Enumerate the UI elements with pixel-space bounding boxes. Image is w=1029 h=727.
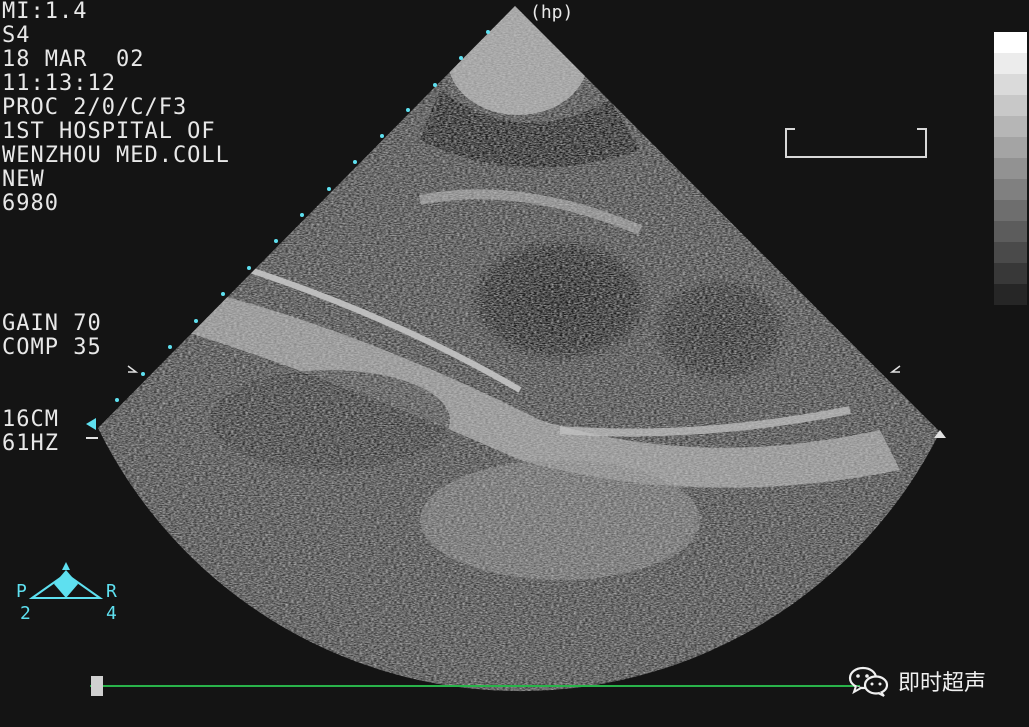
cine-timeline-handle[interactable] [91, 676, 103, 696]
gain-value: GAIN 70 [2, 311, 102, 336]
orientation-left-number: 2 [20, 603, 31, 624]
scale-bracket [785, 128, 927, 158]
comp-value: COMP 35 [2, 335, 102, 360]
cine-timeline[interactable] [90, 685, 860, 687]
patient-status: NEW [2, 167, 45, 192]
hospital-name-line1: 1ST HOSPITAL OF [2, 119, 216, 144]
watermark: 即时超声 [848, 664, 986, 698]
watermark-text: 即时超声 [898, 671, 987, 696]
orientation-right-number: 4 [106, 603, 117, 624]
probe-orientation-marker: P R 2 4 [10, 560, 130, 630]
orientation-left-letter: P [16, 581, 27, 602]
exam-time: 11:13:12 [2, 71, 116, 96]
exam-date: 18 MAR 02 [2, 47, 145, 72]
hp-logo: (hp) [530, 2, 574, 23]
depth-value: 16CM [2, 407, 59, 432]
frame-rate-value: 61HZ [2, 431, 59, 456]
depth-settings: 16CM 61HZ [2, 408, 59, 456]
patient-id: 6980 [2, 191, 59, 216]
hp-logo-text: hp [540, 2, 563, 23]
processing-setting: PROC 2/0/C/F3 [2, 95, 188, 120]
probe-name: S4 [2, 23, 31, 48]
exam-info-block: MI:1.4 S4 18 MAR 02 11:13:12 PROC 2/0/C/… [2, 0, 230, 216]
grayscale-bar [994, 32, 1027, 326]
hospital-name-line2: WENZHOU MED.COLL [2, 143, 230, 168]
mechanical-index: MI:1.4 [2, 0, 88, 24]
gain-settings: GAIN 70 COMP 35 [2, 312, 102, 360]
orientation-right-letter: R [106, 581, 117, 602]
wechat-icon [848, 666, 889, 697]
